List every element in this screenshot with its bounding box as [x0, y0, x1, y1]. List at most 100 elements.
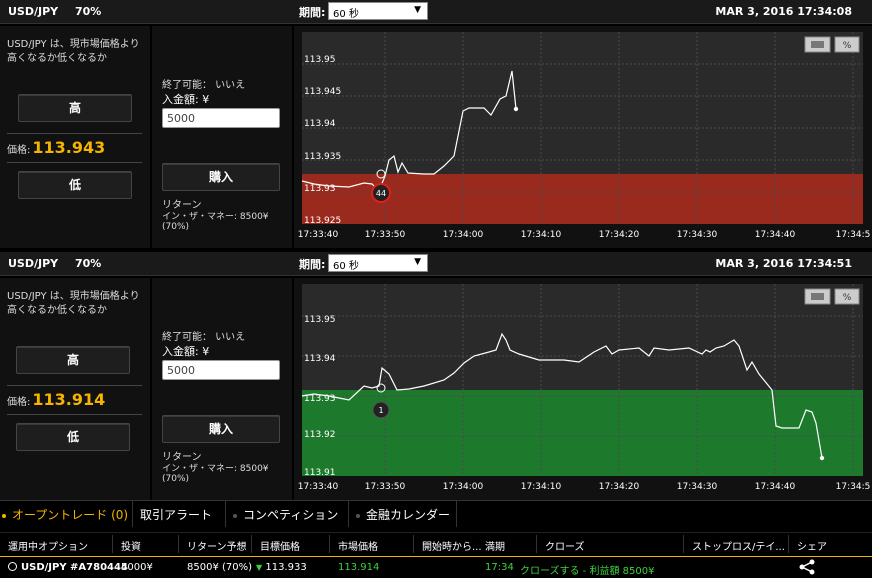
- percent-toggle-button[interactable]: %: [834, 288, 860, 305]
- x-tick-label: 17:34:30: [677, 230, 718, 240]
- x-tick-label: 17:33:40: [298, 230, 339, 240]
- x-tick-label: 17:34:10: [521, 230, 562, 240]
- payout-percent: 70%: [75, 5, 102, 18]
- deposit-label: 入金額: ¥: [162, 93, 210, 106]
- y-tick-label: 113.935: [304, 152, 341, 162]
- column-header: シェア: [797, 542, 827, 553]
- period-value: 60 秒: [333, 9, 359, 20]
- clock-icon: [8, 562, 17, 571]
- divider: [7, 162, 142, 163]
- percent-toggle-button[interactable]: %: [834, 36, 860, 53]
- column-separator: [112, 535, 113, 553]
- expire-label: 終了可能： いいえ: [162, 332, 246, 343]
- chart-svg: 1 113.95 113.94 113.93 113.92 113.91 17:…: [298, 284, 871, 492]
- server-datetime: MAR 3, 2016 17:34:51: [715, 257, 852, 270]
- tab-label: オープントレード (0): [12, 508, 129, 522]
- tab-competition[interactable]: コンペティション: [233, 506, 338, 523]
- price-display: 価格: 113.914: [7, 390, 105, 409]
- price-label: 価格:: [7, 145, 31, 156]
- column-separator: [788, 535, 789, 553]
- trade-market-price: 113.914: [338, 562, 380, 573]
- y-tick-label: 113.95: [304, 315, 336, 325]
- table-row[interactable]: USD/JPY #A780444 5000¥ 8500¥ (70%) ▼ 113…: [0, 556, 872, 578]
- itm-label: イン・ザ・マネー: 8500¥ (70%): [162, 464, 269, 484]
- svg-text:%: %: [843, 41, 852, 51]
- trade-marker-label: 1: [378, 406, 383, 415]
- period-label: 期間:: [299, 258, 326, 271]
- share-icon[interactable]: [798, 559, 816, 578]
- arrow-down-icon: ▼: [256, 563, 263, 572]
- y-tick-label: 113.94: [304, 119, 336, 129]
- x-tick-label: 17:33:50: [365, 482, 406, 492]
- chart-type-button[interactable]: [804, 288, 831, 305]
- x-tick-label: 17:34:20: [599, 482, 640, 492]
- period-label: 期間:: [299, 6, 326, 19]
- x-tick-label: 17:34:40: [755, 230, 796, 240]
- trade-panel-2: USD/JPY 70% 期間: 60 秒 ▼ MAR 3, 2016 17:34…: [0, 252, 872, 502]
- trade-expected-return: 8500¥ (70%): [187, 562, 253, 573]
- amount-input[interactable]: 5000: [162, 360, 280, 380]
- x-tick-label: 17:34:40: [755, 482, 796, 492]
- x-tick-label: 17:34:00: [443, 230, 484, 240]
- deposit-label: 入金額: ¥: [162, 345, 210, 358]
- column-separator: [683, 535, 684, 553]
- asset-pair: USD/JPY: [8, 5, 59, 18]
- trade-panel-1: USD/JPY 70% 期間: 60 秒 ▼ MAR 3, 2016 17:34…: [0, 0, 872, 250]
- period-select[interactable]: 60 秒 ▼: [328, 2, 428, 20]
- y-tick-label: 113.925: [304, 216, 341, 226]
- price-display: 価格: 113.943: [7, 138, 105, 157]
- tab-open-trades[interactable]: オープントレード (0): [2, 506, 128, 523]
- price-value: 113.914: [32, 390, 106, 409]
- x-tick-label: 17:34:30: [677, 482, 718, 492]
- price-label: 価格:: [7, 397, 31, 408]
- order-column: 終了可能： いいえ 入金額: ¥ 5000 購入 リターン イン・ザ・マネー: …: [152, 26, 292, 248]
- trade-invest: 5000¥: [121, 562, 153, 573]
- low-button[interactable]: 低: [18, 171, 132, 199]
- y-tick-label: 113.93: [304, 394, 336, 404]
- period-select[interactable]: 60 秒 ▼: [328, 254, 428, 272]
- high-button[interactable]: 高: [16, 346, 130, 374]
- panel-header: USD/JPY 70% 期間: 60 秒 ▼ MAR 3, 2016 17:34…: [0, 252, 872, 276]
- column-separator: [251, 535, 252, 553]
- bullet-icon: [233, 513, 237, 518]
- tab-trade-alerts[interactable]: 取引アラート: [140, 506, 212, 523]
- column-separator: [413, 535, 414, 553]
- x-axis-labels: 17:33:40 17:33:50 17:34:00 17:34:10 17:3…: [298, 230, 871, 240]
- trade-target-value: 113.933: [265, 562, 307, 573]
- buy-button[interactable]: 購入: [162, 163, 280, 191]
- direction-column: USD/JPY は、現市場価格より高くなるか低くなるか 高 価格: 113.914…: [0, 278, 150, 500]
- tab-separator: [456, 501, 457, 527]
- x-tick-label: 17:34:5: [836, 482, 871, 492]
- chevron-down-icon: ▼: [414, 257, 421, 267]
- low-button[interactable]: 低: [16, 423, 130, 451]
- y-tick-label: 113.94: [304, 354, 336, 364]
- trade-marker-label: 44: [376, 189, 386, 198]
- column-header: ストップロス/テイ...: [692, 542, 785, 553]
- high-button[interactable]: 高: [18, 94, 132, 122]
- x-axis-labels: 17:33:40 17:33:50 17:34:00 17:34:10 17:3…: [298, 482, 871, 492]
- tab-economic-calendar[interactable]: 金融カレンダー: [356, 506, 450, 523]
- tab-label: コンペティション: [243, 508, 339, 522]
- column-header: クローズ: [545, 542, 585, 553]
- price-tip: [513, 106, 519, 112]
- chevron-down-icon: ▼: [414, 5, 421, 15]
- close-trade-link[interactable]: クローズする - 利益額 8500¥: [520, 562, 654, 577]
- amount-input[interactable]: 5000: [162, 108, 280, 128]
- call-zone: [302, 390, 863, 476]
- y-tick-label: 113.945: [304, 87, 341, 97]
- order-column: 終了可能： いいえ 入金額: ¥ 5000 購入 リターン イン・ザ・マネー: …: [152, 278, 292, 500]
- price-chart[interactable]: 1 113.95 113.94 113.93 113.92 113.91 17:…: [294, 278, 872, 500]
- price-chart[interactable]: 44 113.95 113.945 113.94 113.935 113.93 …: [294, 26, 872, 248]
- column-separator: [178, 535, 179, 553]
- tab-separator: [225, 501, 226, 527]
- bottom-tabs: オープントレード (0) 取引アラート コンペティション 金融カレンダー: [0, 500, 872, 527]
- panel-header: USD/JPY 70% 期間: 60 秒 ▼ MAR 3, 2016 17:34…: [0, 0, 872, 24]
- column-separator: [536, 535, 537, 553]
- x-tick-label: 17:34:10: [521, 482, 562, 492]
- buy-button[interactable]: 購入: [162, 415, 280, 443]
- trade-target: ▼ 113.933: [256, 562, 307, 573]
- bullet-icon: [356, 513, 360, 518]
- svg-text:%: %: [843, 293, 852, 303]
- chart-type-button[interactable]: [804, 36, 831, 53]
- payout-percent: 70%: [75, 257, 102, 270]
